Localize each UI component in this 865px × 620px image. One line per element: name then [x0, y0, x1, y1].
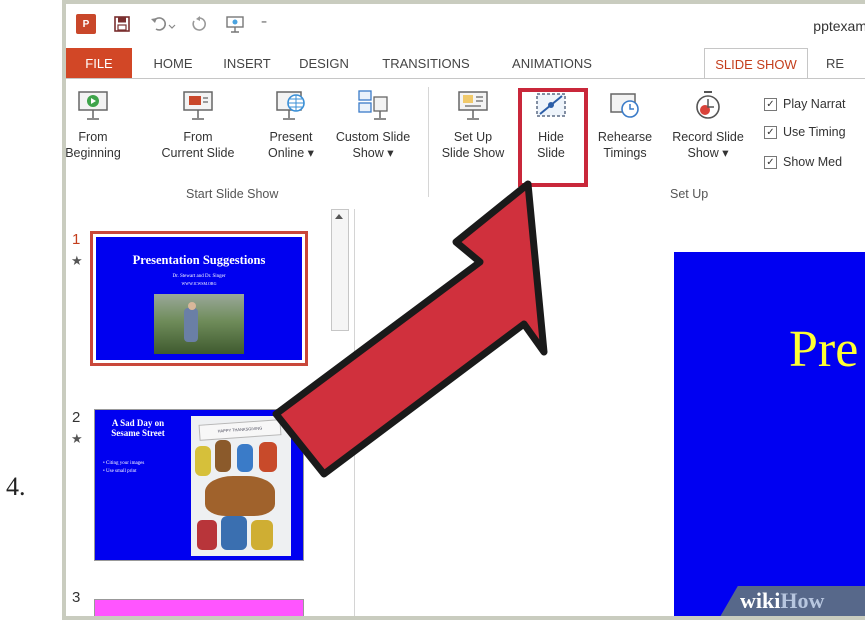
red-pointer-arrow-icon: [272, 180, 548, 478]
step-number: 4.: [6, 472, 26, 501]
powerpoint-window: P ⁼ pptexam FILE HOME INSERT DESIGN TRAN…: [66, 4, 865, 616]
screenshot-frame: P ⁼ pptexam FILE HOME INSERT DESIGN TRAN…: [62, 0, 865, 620]
